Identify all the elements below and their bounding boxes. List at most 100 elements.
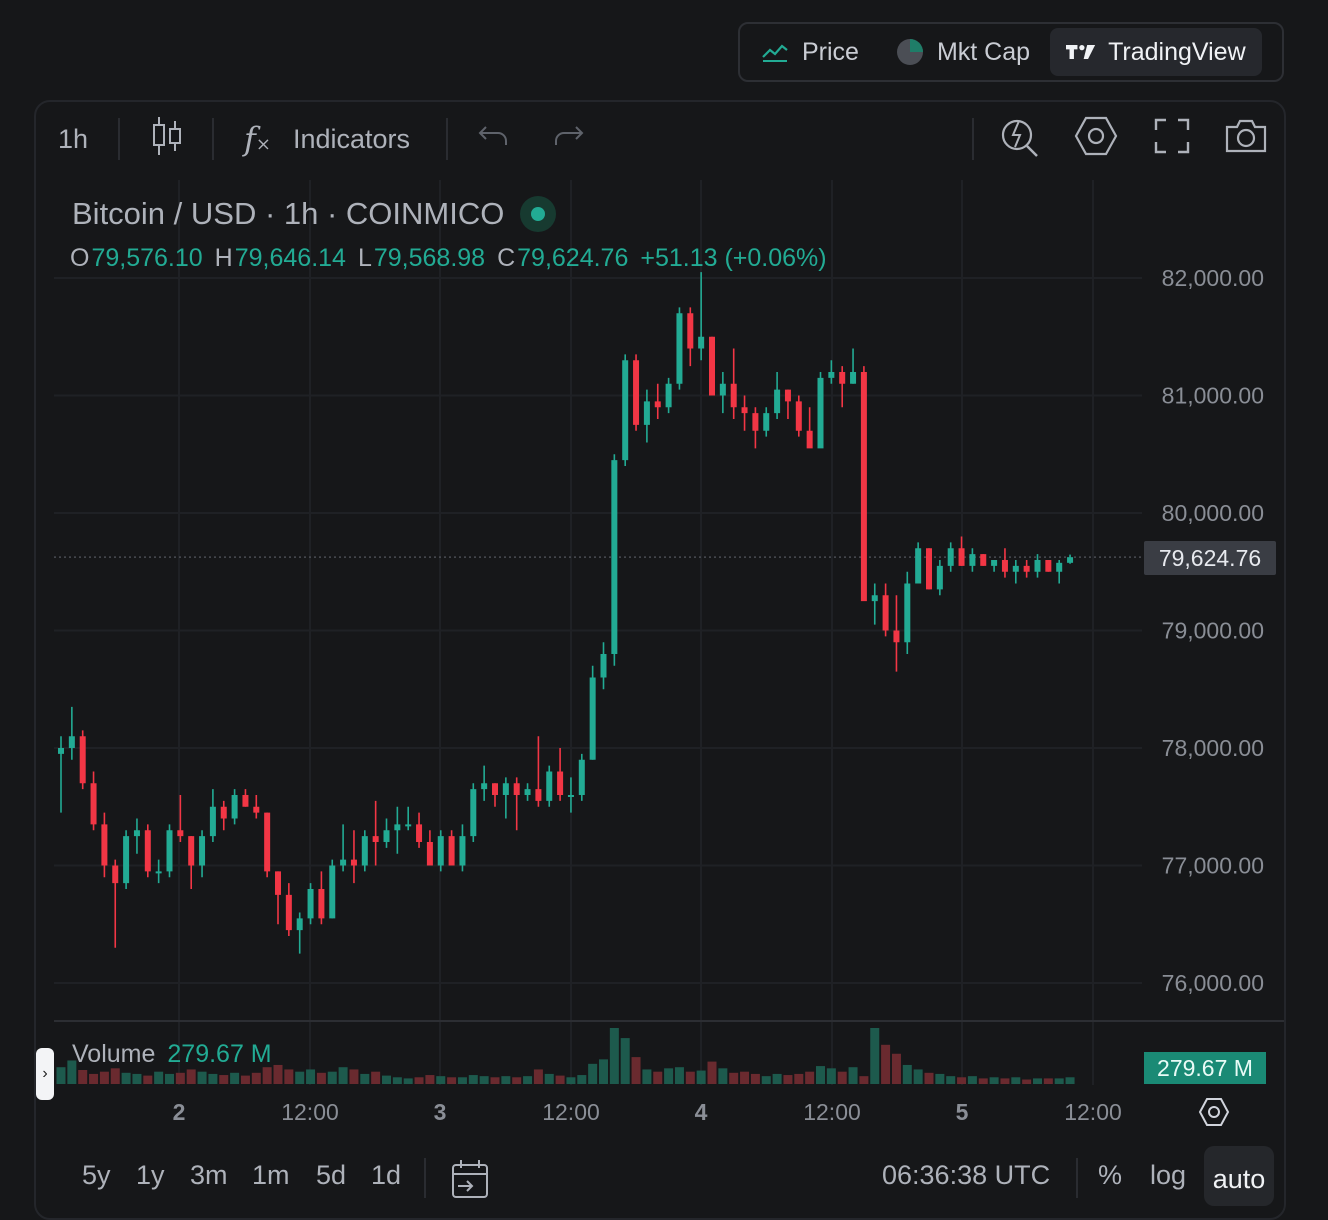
candle-body	[155, 871, 162, 874]
log-scale-toggle[interactable]: log	[1150, 1160, 1186, 1191]
y-tick-label: 78,000.00	[1162, 735, 1264, 761]
volume-bar	[143, 1075, 153, 1084]
volume-bar	[99, 1071, 109, 1084]
candle-body	[329, 865, 336, 919]
candle-body	[481, 783, 488, 790]
volume-bar	[805, 1071, 815, 1084]
candle-body	[763, 413, 770, 431]
candle-body	[643, 401, 650, 425]
candle-body	[426, 842, 433, 866]
candle-body	[709, 336, 715, 396]
utc-clock[interactable]: 06:36:38 UTC	[882, 1160, 1050, 1191]
candle-body	[936, 565, 943, 590]
candle-body	[1001, 560, 1008, 572]
volume-bar	[967, 1076, 977, 1084]
volume-bar	[262, 1067, 272, 1084]
volume-bar	[414, 1077, 424, 1084]
volume-bar	[794, 1073, 804, 1084]
candle-body	[502, 783, 509, 795]
volume-bar	[1043, 1078, 1053, 1084]
y-tick-label: 76,000.00	[1162, 970, 1264, 996]
candle-body	[915, 548, 922, 584]
candle-body	[665, 383, 672, 408]
candle-body	[405, 824, 412, 827]
volume-label: Volume	[72, 1040, 156, 1068]
y-tick-label: 82,000.00	[1162, 265, 1264, 291]
volume-bar	[631, 1057, 641, 1084]
volume-bar	[978, 1078, 988, 1084]
volume-bar	[859, 1076, 869, 1084]
candle-body	[774, 389, 781, 414]
candle-body	[177, 830, 184, 837]
volume-bar	[729, 1072, 739, 1084]
volume-bar	[664, 1068, 674, 1084]
volume-bar	[555, 1075, 565, 1084]
volume-bar	[957, 1077, 967, 1084]
price-chart[interactable]: 82,000.00 81,000.00 80,000.00 79,000.00 78,0…	[0, 0, 1328, 1200]
volume-bar	[1011, 1077, 1021, 1084]
volume-legend: Volume 279.67 M	[72, 1040, 272, 1069]
candle-body	[969, 554, 976, 566]
candle-body	[991, 560, 998, 566]
candle-body	[242, 795, 249, 807]
range-5d[interactable]: 5d	[316, 1160, 346, 1191]
candle-body	[307, 889, 314, 919]
x-tick-label: 2	[173, 1099, 186, 1125]
candle-body	[68, 736, 75, 748]
candle-body	[535, 789, 542, 801]
volume-badge: 279.67 M	[1144, 1052, 1266, 1084]
candle-body	[1023, 565, 1030, 572]
candle-body	[546, 771, 553, 801]
candle-body	[622, 360, 629, 461]
candle-body	[188, 836, 195, 866]
candle-body	[578, 759, 585, 795]
volume-bar	[56, 1067, 66, 1084]
candle-body	[633, 360, 640, 425]
volume-bar	[240, 1075, 250, 1084]
volume-bar	[566, 1077, 576, 1084]
bottom-divider	[424, 1158, 426, 1198]
y-tick-label: 79,000.00	[1162, 618, 1264, 644]
y-tick-label: 80,000.00	[1162, 500, 1264, 526]
candle-body	[144, 830, 151, 872]
range-3m[interactable]: 3m	[190, 1160, 228, 1191]
volume-bar	[338, 1067, 348, 1084]
range-1y[interactable]: 1y	[136, 1160, 165, 1191]
candle-body	[611, 460, 618, 654]
volume-bar	[154, 1071, 164, 1084]
candle-body	[253, 806, 260, 813]
expand-panel-handle[interactable]: ›	[36, 1048, 54, 1100]
candle-body	[383, 830, 390, 842]
candle-body	[654, 401, 661, 408]
volume-bar	[306, 1069, 316, 1084]
candle-body	[296, 918, 303, 931]
candle-body	[589, 677, 596, 760]
candle-body	[600, 654, 607, 678]
x-tick-label: 12:00	[542, 1099, 600, 1125]
volume-bar	[1054, 1078, 1064, 1084]
axis-settings-button[interactable]	[1198, 1096, 1230, 1133]
volume-bar	[881, 1044, 891, 1084]
candle-body	[904, 583, 911, 643]
go-to-date-button[interactable]	[450, 1158, 490, 1205]
volume-bar	[132, 1073, 142, 1084]
bottom-toolbar: 5y 1y 3m 1m 5d 1d 06:36:38 UTC % log	[0, 1150, 1328, 1200]
volume-bar	[826, 1068, 836, 1084]
auto-scale-toggle[interactable]: auto	[1204, 1146, 1274, 1206]
candle-body	[882, 595, 889, 631]
candle-body	[513, 783, 520, 795]
candle-body	[101, 824, 108, 866]
volume-bar	[740, 1071, 750, 1084]
range-5y[interactable]: 5y	[82, 1160, 111, 1191]
volume-bar	[816, 1066, 825, 1084]
candle-body	[199, 836, 206, 866]
percent-scale-toggle[interactable]: %	[1098, 1160, 1122, 1191]
range-1m[interactable]: 1m	[252, 1160, 290, 1191]
candle-body	[459, 836, 466, 866]
volume-bar	[219, 1075, 229, 1084]
range-1d[interactable]: 1d	[371, 1160, 401, 1191]
candle-body	[687, 313, 694, 349]
candle-body	[1034, 560, 1041, 572]
candle-body	[1056, 562, 1063, 572]
candle-body	[361, 836, 368, 866]
